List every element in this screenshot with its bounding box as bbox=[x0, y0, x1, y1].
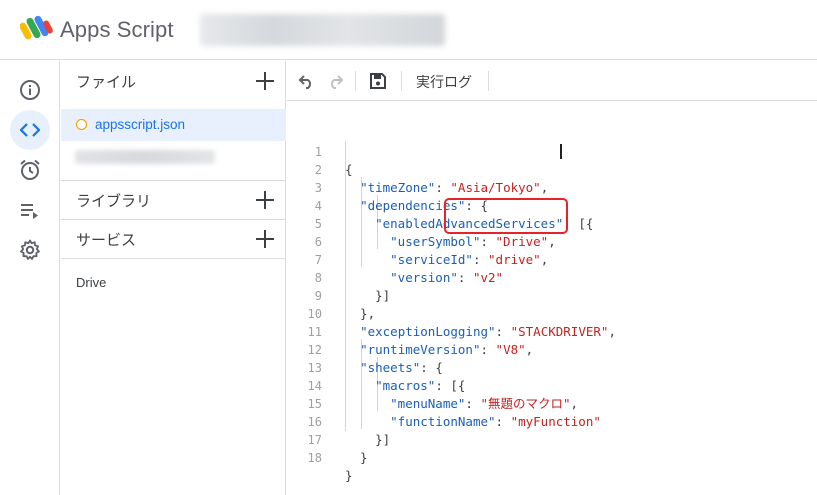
file-panel: ファイル appsscript.json ライブラリ サービス Drive bbox=[61, 61, 286, 495]
code-line: 15 "functionName": "myFunction" bbox=[287, 377, 817, 429]
file-item-label: appsscript.json bbox=[95, 117, 186, 132]
code-line: 11 "runtimeVersion": "V8", bbox=[287, 305, 817, 357]
apps-script-logo-icon[interactable] bbox=[20, 14, 54, 42]
undo-icon bbox=[298, 75, 311, 89]
gear-icon bbox=[20, 239, 40, 260]
code-line: 16 }] bbox=[287, 395, 817, 447]
overview-button[interactable] bbox=[10, 70, 50, 110]
redo-icon bbox=[331, 75, 344, 89]
save-icon bbox=[370, 73, 386, 89]
code-line: 3 "dependencies": { bbox=[287, 161, 817, 213]
services-section-header: サービス bbox=[61, 219, 286, 259]
line-number: 18 bbox=[307, 451, 322, 465]
plus-icon bbox=[256, 230, 274, 248]
text-cursor bbox=[560, 144, 562, 159]
settings-button[interactable] bbox=[10, 230, 50, 270]
services-label: サービス bbox=[76, 231, 137, 249]
app-title: Apps Script bbox=[60, 17, 174, 42]
add-file-button[interactable] bbox=[254, 70, 276, 92]
divider bbox=[61, 258, 286, 259]
annotation-highlight-box bbox=[444, 198, 568, 234]
app-header: Apps Script bbox=[0, 0, 817, 60]
executions-button[interactable] bbox=[10, 190, 50, 230]
code-text: } bbox=[345, 468, 353, 483]
undo-button[interactable] bbox=[296, 70, 318, 92]
libraries-section-header: ライブラリ bbox=[61, 180, 286, 220]
code-line: 13 "macros": [{ bbox=[287, 341, 817, 393]
code-line: 14 "menuName": "無題のマクロ", bbox=[287, 359, 817, 411]
service-item-drive[interactable]: Drive bbox=[76, 275, 106, 290]
toolbar-separator bbox=[401, 71, 402, 91]
file-item-blurred[interactable] bbox=[75, 150, 215, 164]
code-line: 1 { bbox=[287, 125, 817, 177]
code-text: } bbox=[345, 450, 368, 465]
libraries-label: ライブラリ bbox=[76, 192, 152, 210]
toolbar-separator bbox=[488, 71, 489, 91]
add-library-button[interactable] bbox=[254, 189, 276, 211]
code-line: 17 } bbox=[287, 413, 817, 465]
code-line: 2 "timeZone": "Asia/Tokyo", bbox=[287, 143, 817, 195]
project-name-blurred[interactable] bbox=[200, 14, 445, 46]
code-line: 18 } bbox=[287, 431, 817, 483]
files-label: ファイル bbox=[76, 73, 137, 91]
add-service-button[interactable] bbox=[254, 228, 276, 250]
code-line: 4 "enabledAdvancedServices": [{ bbox=[287, 179, 817, 231]
code-line: 10 "exceptionLogging": "STACKDRIVER", bbox=[287, 287, 817, 339]
triggers-button[interactable] bbox=[10, 150, 50, 190]
save-button[interactable] bbox=[367, 70, 389, 92]
code-line: 8 }] bbox=[287, 251, 817, 303]
alarm-icon bbox=[20, 159, 40, 180]
plus-icon bbox=[256, 191, 274, 209]
code-editor: 実行ログ 1 { 2 "timeZone": "Asia/Tokyo", 3 "… bbox=[287, 61, 817, 495]
json-file-icon bbox=[76, 119, 87, 130]
code-line: 9 }, bbox=[287, 269, 817, 321]
editor-button[interactable] bbox=[10, 110, 50, 150]
code-line: 12 "sheets": { bbox=[287, 323, 817, 375]
editor-toolbar: 実行ログ bbox=[287, 61, 817, 101]
info-icon bbox=[20, 80, 40, 100]
execution-log-button[interactable]: 実行ログ bbox=[416, 72, 472, 92]
toolbar-separator bbox=[355, 71, 356, 91]
code-line: 7 "version": "v2" bbox=[287, 233, 817, 285]
files-section-header: ファイル bbox=[61, 61, 286, 101]
redo-button[interactable] bbox=[324, 70, 346, 92]
executions-icon bbox=[21, 204, 38, 219]
code-icon bbox=[19, 123, 41, 137]
file-item-appsscript-json[interactable]: appsscript.json bbox=[61, 109, 286, 141]
plus-icon bbox=[256, 72, 274, 90]
code-area[interactable]: 1 { 2 "timeZone": "Asia/Tokyo", 3 "depen… bbox=[287, 125, 817, 483]
left-rail bbox=[0, 61, 60, 495]
